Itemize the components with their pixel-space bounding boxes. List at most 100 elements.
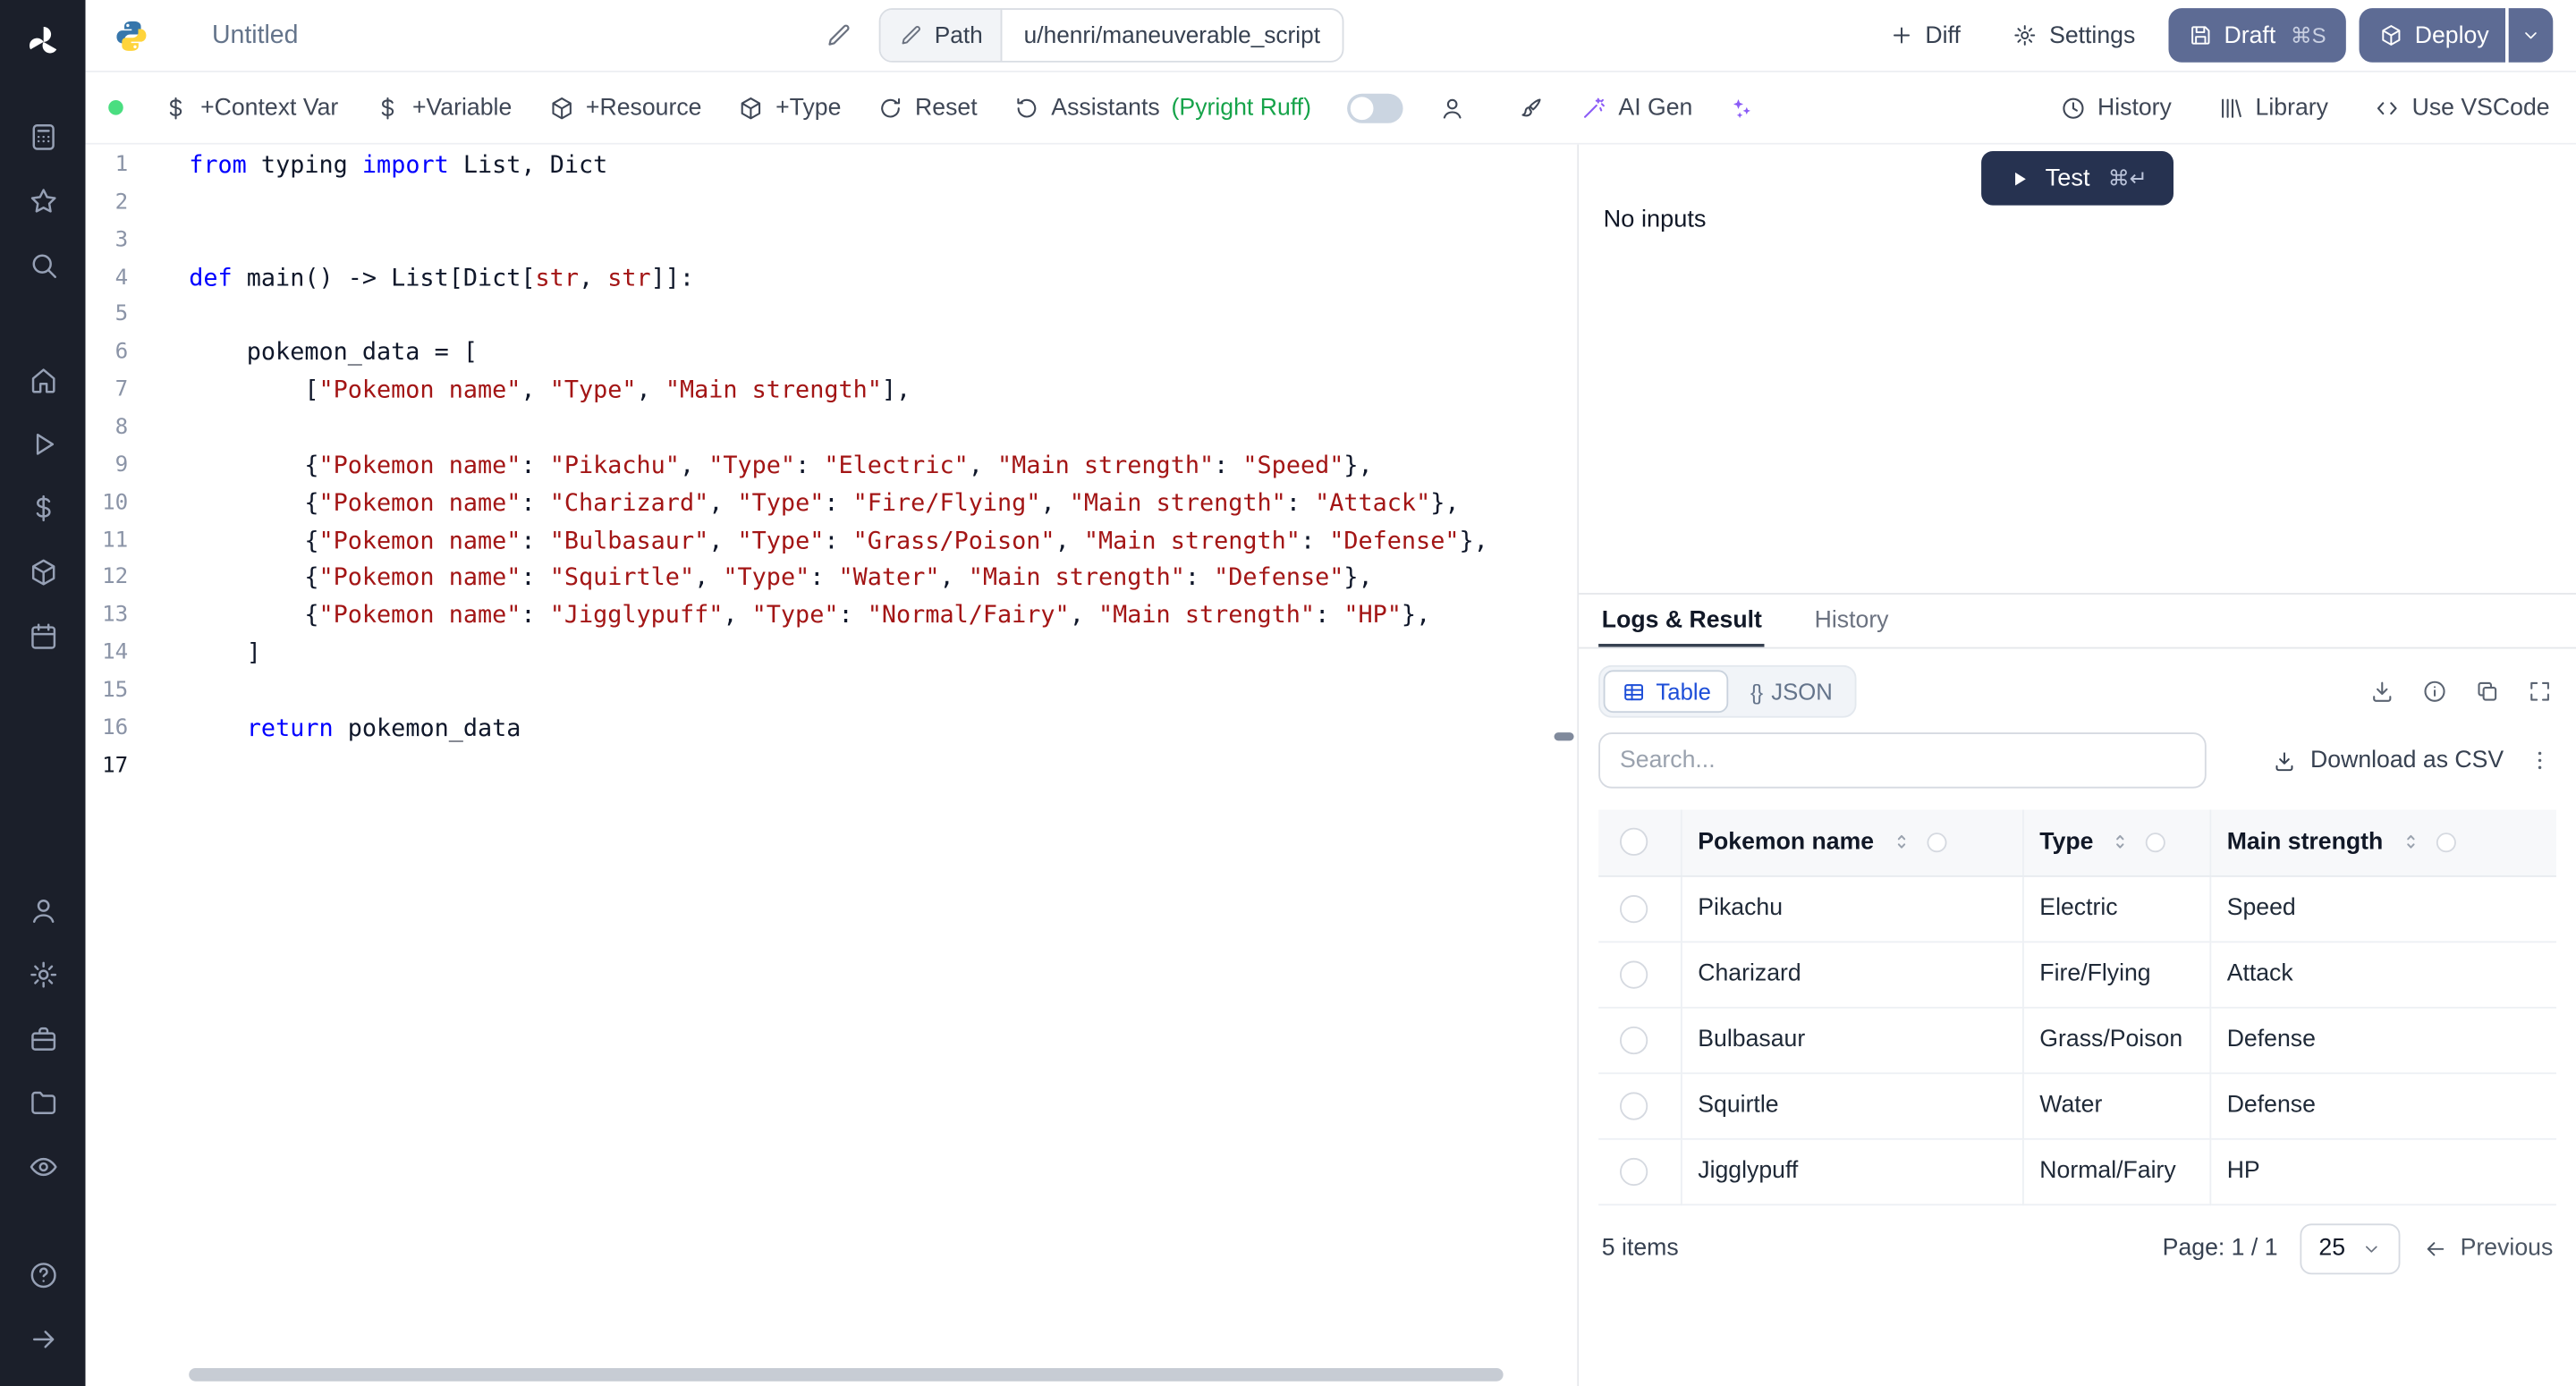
tab-history[interactable]: History (1811, 595, 1892, 647)
folders-icon[interactable] (18, 1078, 67, 1127)
script-title: Untitled (212, 21, 299, 50)
row-checkbox[interactable] (1620, 1157, 1648, 1185)
multiplayer-toggle[interactable] (1347, 93, 1402, 123)
select-all-checkbox[interactable] (1620, 828, 1648, 856)
diff-button[interactable]: Diff (1869, 8, 1980, 63)
apps-icon[interactable] (18, 112, 67, 161)
format-code-icon[interactable] (1518, 95, 1544, 121)
code-line[interactable]: 11 {"Pokemon name": "Bulbasaur", "Type":… (86, 521, 1578, 559)
history-button[interactable]: History (2060, 95, 2172, 121)
code-line[interactable]: 14 ] (86, 634, 1578, 672)
braces-icon: {} (1750, 679, 1761, 704)
library-button[interactable]: Library (2217, 95, 2328, 121)
row-checkbox[interactable] (1620, 960, 1648, 988)
table-view-label: Table (1656, 679, 1710, 705)
favorites-icon[interactable] (18, 176, 67, 225)
add-resource-button[interactable]: +Resource (548, 95, 702, 121)
deploy-button[interactable]: Deploy (2359, 8, 2505, 63)
row-checkbox[interactable] (1620, 1026, 1648, 1053)
code-line[interactable]: 12 {"Pokemon name": "Squirtle", "Type": … (86, 559, 1578, 596)
code-line[interactable]: 9 {"Pokemon name": "Pikachu", "Type": "E… (86, 446, 1578, 484)
row-checkbox[interactable] (1620, 894, 1648, 922)
expand-result-icon[interactable] (2527, 679, 2553, 705)
code-line[interactable]: 1from typing import List, Dict (86, 146, 1578, 183)
line-number: 12 (86, 566, 158, 591)
deploy-dropdown-button[interactable] (2509, 8, 2554, 63)
sort-icon[interactable] (2110, 832, 2131, 853)
help-icon[interactable] (18, 1250, 67, 1299)
column-header[interactable]: Pokemon name (1681, 810, 2022, 875)
view-json-button[interactable]: {} JSON (1733, 670, 1851, 713)
column-header[interactable]: Main strength (2209, 810, 2556, 875)
pane-splitter[interactable] (1555, 732, 1574, 740)
runs-icon[interactable] (18, 418, 67, 468)
sort-icon[interactable] (2400, 832, 2421, 853)
line-number: 14 (86, 640, 158, 665)
draft-button[interactable]: Draft ⌘S (2168, 8, 2346, 63)
audit-logs-icon[interactable] (18, 1142, 67, 1191)
add-variable-button[interactable]: +Variable (375, 95, 513, 121)
column-pin-toggle[interactable] (2146, 832, 2165, 852)
column-pin-toggle[interactable] (2436, 832, 2455, 852)
column-pin-toggle[interactable] (1927, 832, 1946, 852)
settings-button[interactable]: Settings (1994, 8, 2156, 63)
previous-label: Previous (2461, 1235, 2554, 1261)
ai-sparkles-icon[interactable] (1729, 95, 1755, 121)
view-table-button[interactable]: Table (1604, 670, 1729, 713)
expand-sidebar-icon[interactable] (18, 1314, 67, 1363)
test-button[interactable]: Test ⌘↵ (1981, 151, 2174, 206)
row-checkbox[interactable] (1620, 1092, 1648, 1120)
code-line[interactable]: 10 {"Pokemon name": "Charizard", "Type":… (86, 484, 1578, 521)
editor-horizontal-scrollbar[interactable] (189, 1368, 1503, 1382)
edit-summary-icon[interactable] (825, 21, 852, 49)
table-row[interactable]: JigglypuffNormal/FairyHP (1598, 1138, 2556, 1204)
use-vscode-button[interactable]: Use VSCode (2374, 95, 2549, 121)
code-line[interactable]: 7 ["Pokemon name", "Type", "Main strengt… (86, 371, 1578, 409)
code-line[interactable]: 16 return pokemon_data (86, 709, 1578, 747)
code-line[interactable]: 2 (86, 183, 1578, 221)
add-context-var-button[interactable]: +Context Var (163, 95, 338, 121)
search-icon[interactable] (18, 240, 67, 289)
home-icon[interactable] (18, 355, 67, 404)
windmill-logo[interactable] (18, 16, 67, 65)
add-type-button[interactable]: +Type (738, 95, 842, 121)
table-row[interactable]: SquirtleWaterDefense (1598, 1072, 2556, 1137)
assistants-button[interactable]: Assistants(Pyright Ruff) (1013, 95, 1311, 121)
ai-gen-button[interactable]: AI Gen (1580, 95, 1692, 121)
page-size-select[interactable]: 25 (2301, 1222, 2399, 1273)
header-actions: Diff Settings Draft ⌘S Deploy (1869, 8, 2553, 63)
download-result-icon[interactable] (2369, 679, 2395, 705)
code-editor[interactable]: 1from typing import List, Dict234def mai… (86, 145, 1578, 1386)
column-header[interactable]: Type (2022, 810, 2209, 875)
code-line[interactable]: 4def main() -> List[Dict[str, str]]: (86, 258, 1578, 296)
deploy-icon (2378, 23, 2403, 48)
code-line[interactable]: 6 pokemon_data = [ (86, 334, 1578, 371)
code-line[interactable]: 8 (86, 409, 1578, 446)
table-row[interactable]: PikachuElectricSpeed (1598, 875, 2556, 941)
table-row[interactable]: BulbasaurGrass/PoisonDefense (1598, 1007, 2556, 1072)
multiplayer-user-icon[interactable] (1439, 95, 1465, 121)
workers-icon[interactable] (18, 1013, 67, 1062)
code-line[interactable]: 17 (86, 747, 1578, 784)
info-icon[interactable] (2421, 679, 2447, 705)
resources-icon[interactable] (18, 547, 67, 596)
download-csv-button[interactable]: Download as CSV (2273, 748, 2504, 773)
code-line[interactable]: 5 (86, 296, 1578, 334)
tab-logs-result[interactable]: Logs & Result (1598, 595, 1765, 647)
more-options-icon[interactable] (2527, 748, 2553, 773)
code-line[interactable]: 15 (86, 672, 1578, 709)
workspace-settings-icon[interactable] (18, 950, 67, 999)
sort-icon[interactable] (1890, 832, 1911, 853)
code-line[interactable]: 3 (86, 221, 1578, 258)
path-editor[interactable]: Path u/henri/maneuverable_script (878, 8, 1343, 63)
code-line[interactable]: 13 {"Pokemon name": "Jigglypuff", "Type"… (86, 596, 1578, 634)
users-icon[interactable] (18, 885, 67, 934)
table-row[interactable]: CharizardFire/FlyingAttack (1598, 941, 2556, 1006)
search-input[interactable] (1598, 732, 2207, 788)
copy-result-icon[interactable] (2474, 679, 2500, 705)
previous-page-button[interactable]: Previous (2422, 1235, 2553, 1261)
schedules-icon[interactable] (18, 611, 67, 660)
variables-icon[interactable] (18, 483, 67, 532)
reset-button[interactable]: Reset (877, 95, 978, 121)
table-cell: Charizard (1681, 941, 2022, 1006)
